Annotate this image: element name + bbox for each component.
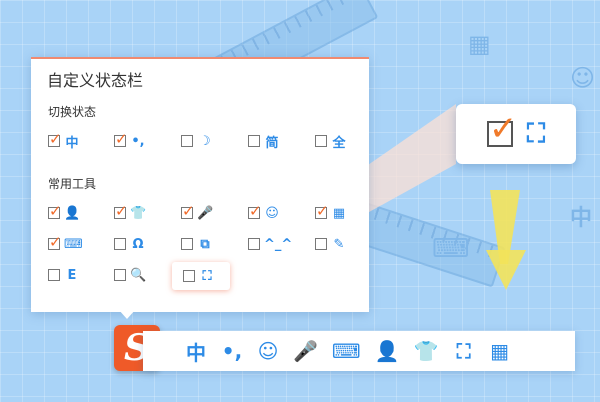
kaomoji-icon: ^_^ [264, 236, 293, 252]
option-fullwidth[interactable]: 全 [315, 131, 347, 151]
panel-pointer [118, 309, 136, 319]
checkbox-skin[interactable] [114, 202, 128, 220]
zoom-callout: ⛶ [456, 104, 576, 164]
option-voice[interactable]: 🎤 [181, 202, 214, 223]
punctuation-icon[interactable]: •, [221, 339, 243, 363]
option-skin[interactable]: 👕 [114, 202, 147, 223]
checkbox-translate[interactable] [48, 269, 60, 281]
pen-icon: ✎ [333, 236, 345, 252]
checkbox-voice[interactable] [181, 202, 195, 220]
skin-shirt-icon[interactable]: 👕 [414, 339, 439, 363]
option-headset[interactable]: Ω [114, 234, 146, 254]
checkbox-zh[interactable] [48, 130, 62, 148]
tools-section-label: 常用工具 [48, 177, 97, 191]
checkbox-search[interactable] [114, 269, 126, 281]
skin-shirt-icon: 👕 [130, 205, 147, 221]
user-icon: 👤 [64, 205, 81, 221]
crop-icon: ⛶ [526, 118, 546, 149]
checkbox-headset[interactable] [114, 238, 126, 250]
callout-checkbox[interactable] [486, 109, 517, 149]
user-card-icon[interactable]: 👤 [375, 339, 400, 363]
keyboard-icon: ⌨ [64, 236, 83, 252]
toolbox-grid-icon[interactable]: ▦ [489, 339, 511, 363]
checkbox-punct[interactable] [114, 130, 128, 148]
punctuation-icon: •, [131, 133, 145, 149]
checkbox-halfwidth[interactable] [181, 135, 193, 147]
fullwidth-icon: 全 [332, 135, 346, 151]
option-punct[interactable]: •, [114, 130, 146, 151]
option-zh[interactable]: 中 [48, 130, 80, 151]
desktop-background: ▦ ☺ 中 ⌨ 自定义状态栏 切换状态 常用工具 中 •, ☽ 简 全 👤 👕 🎤 ☺ ▦ ⌨ Ω ⧉… [0, 0, 600, 402]
window-icon: ⧉ [200, 236, 210, 252]
checkbox-user[interactable] [48, 202, 62, 220]
simplified-chinese-icon: 简 [265, 135, 279, 151]
status-toolbar: 中 •, ☺ 🎤 ⌨ 👤 👕 ⛶ ▦ [143, 331, 575, 371]
checkbox-toolbox[interactable] [315, 202, 329, 220]
checkbox-pen[interactable] [315, 238, 327, 250]
headset-icon: Ω [132, 236, 144, 252]
crop-icon[interactable]: ⛶ [453, 339, 475, 363]
option-crop[interactable]: ⛶ [183, 266, 215, 286]
checkbox-crop[interactable] [183, 270, 195, 282]
emoji-icon: ☺ [265, 205, 279, 221]
option-kaomoji[interactable]: ^_^ [248, 234, 292, 254]
chinese-mode-icon[interactable]: 中 [185, 337, 207, 366]
option-translate[interactable]: E [48, 265, 80, 285]
checkbox-simplified[interactable] [248, 135, 260, 147]
option-emoji[interactable]: ☺ [248, 202, 280, 223]
option-search[interactable]: 🔍 [114, 265, 146, 285]
option-pen[interactable]: ✎ [315, 234, 347, 254]
keyboard-icon[interactable]: ⌨ [332, 339, 361, 363]
option-halfwidth[interactable]: ☽ [181, 131, 213, 151]
crop-icon: ⛶ [202, 268, 212, 284]
option-simplified[interactable]: 简 [248, 131, 280, 151]
search-icon: 🔍 [130, 267, 147, 283]
emoji-icon[interactable]: ☺ [257, 339, 279, 363]
panel-title: 自定义状态栏 [47, 71, 144, 90]
microphone-icon: 🎤 [197, 205, 214, 221]
option-window[interactable]: ⧉ [181, 234, 213, 254]
option-keyboard[interactable]: ⌨ [48, 233, 83, 254]
checkbox-kaomoji[interactable] [248, 238, 260, 250]
switch-section-label: 切换状态 [48, 105, 97, 119]
moon-halfwidth-icon: ☽ [199, 133, 211, 149]
chinese-mode-icon: 中 [65, 135, 79, 151]
translate-icon: E [67, 267, 77, 283]
checkbox-keyboard[interactable] [48, 233, 62, 251]
checkbox-window[interactable] [181, 238, 193, 250]
microphone-icon[interactable]: 🎤 [293, 339, 318, 363]
option-user[interactable]: 👤 [48, 202, 81, 223]
option-toolbox[interactable]: ▦ [315, 202, 347, 223]
toolbox-grid-icon: ▦ [332, 205, 346, 221]
checkbox-emoji[interactable] [248, 202, 262, 220]
checkbox-fullwidth[interactable] [315, 135, 327, 147]
